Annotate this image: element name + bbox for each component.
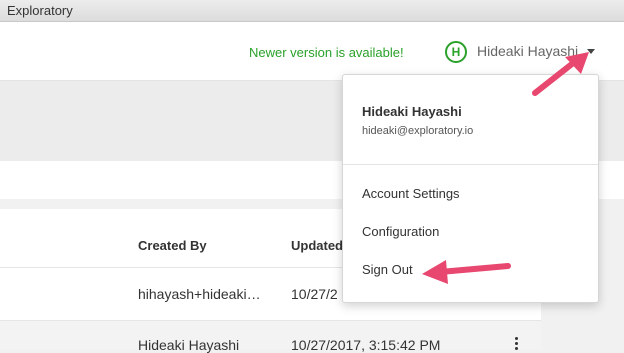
caret-down-icon [587, 49, 595, 54]
dropdown-divider [343, 164, 598, 165]
dropdown-user-name: Hideaki Hayashi [362, 104, 462, 119]
table-row[interactable] [0, 321, 541, 349]
column-header-updated[interactable]: Updated [291, 238, 343, 253]
menu-item-account-settings[interactable]: Account Settings [362, 186, 460, 201]
menu-item-configuration[interactable]: Configuration [362, 224, 439, 239]
user-name-label: Hideaki Hayashi [477, 43, 579, 59]
table-cell-created-by: hihayash+hideaki… [138, 286, 261, 302]
avatar: H [445, 41, 467, 63]
table-cell-created-by: Hideaki Hayashi [138, 337, 240, 353]
update-available-link[interactable]: Newer version is available! [249, 45, 404, 60]
dropdown-user-email: hideaki@exploratory.io [362, 125, 474, 137]
column-header-created-by[interactable]: Created By [138, 238, 207, 253]
app-header: Newer version is available! H Hideaki Ha… [0, 22, 624, 81]
window-title: Exploratory [7, 3, 73, 18]
menu-item-sign-out[interactable]: Sign Out [362, 262, 413, 277]
table-cell-updated: 10/27/2017, 3:15:42 PM [291, 337, 441, 353]
user-dropdown-menu: Hideaki Hayashi hideaki@exploratory.io A… [342, 74, 599, 303]
table-cell-updated: 10/27/2 [291, 286, 338, 302]
window-titlebar: Exploratory [0, 0, 624, 22]
